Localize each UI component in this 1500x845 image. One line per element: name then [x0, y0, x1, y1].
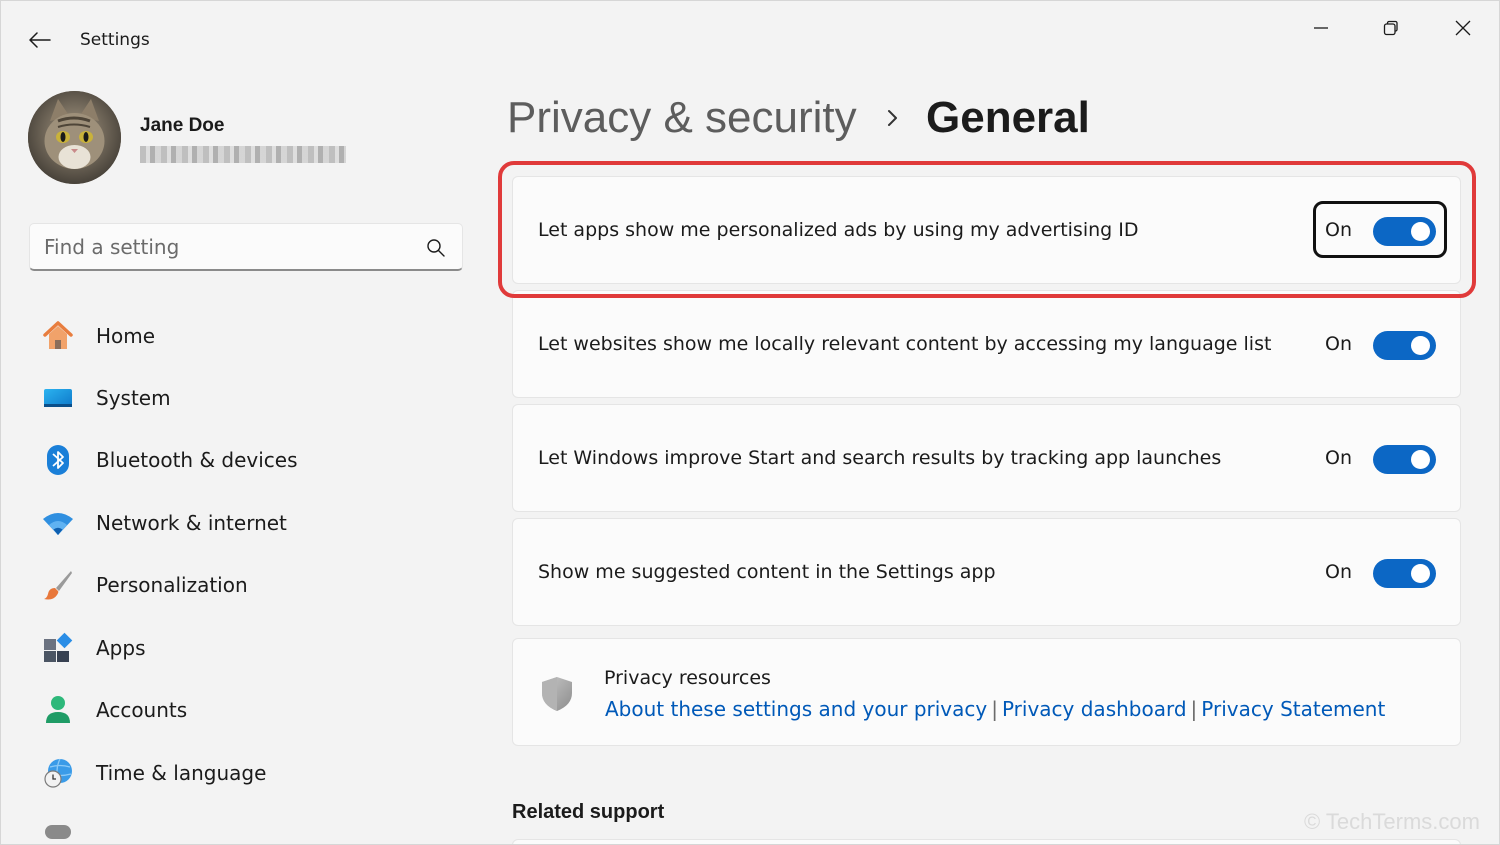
privacy-dashboard-link[interactable]: Privacy dashboard [1002, 697, 1187, 721]
apps-icon [41, 631, 75, 665]
toggle-knob [1411, 564, 1430, 583]
sidebar-item-bluetooth[interactable]: Bluetooth & devices [29, 433, 469, 487]
toggle-knob [1411, 336, 1430, 355]
setting-card-advertising-id: Let apps show me personalized ads by usi… [512, 176, 1461, 284]
suggested-content-toggle[interactable] [1373, 559, 1436, 588]
setting-label: Show me suggested content in the Setting… [538, 561, 996, 583]
minimize-button[interactable] [1298, 11, 1344, 45]
link-separator: | [991, 697, 998, 721]
advertising-id-toggle[interactable] [1373, 217, 1436, 246]
watermark: © TechTerms.com [1304, 809, 1480, 834]
page-title: General [926, 93, 1090, 142]
sidebar-item-apps[interactable]: Apps [29, 621, 469, 675]
minimize-icon [1314, 27, 1328, 29]
sidebar-item-label: Accounts [96, 698, 188, 722]
privacy-statement-link[interactable]: Privacy Statement [1201, 697, 1385, 721]
related-support-card[interactable] [512, 839, 1461, 844]
setting-label: Let websites show me locally relevant co… [538, 333, 1272, 355]
restore-icon [1383, 20, 1398, 36]
sidebar-item-system[interactable]: System [29, 371, 469, 425]
app-title: Settings [80, 30, 150, 50]
sidebar-item-label: Home [96, 324, 156, 348]
sidebar-item-cutoff[interactable] [29, 809, 469, 839]
cat-photo-icon [28, 91, 121, 184]
sidebar-item-label: Time & language [96, 761, 267, 785]
related-support-heading: Related support [512, 801, 665, 823]
globe-clock-icon [41, 756, 75, 790]
toggle-state-label: On [1325, 219, 1352, 241]
sidebar-item-time-language[interactable]: Time & language [29, 746, 469, 800]
home-icon [41, 319, 75, 353]
sidebar-item-label: Bluetooth & devices [96, 448, 298, 472]
search-box[interactable] [29, 223, 463, 271]
app-launch-tracking-toggle[interactable] [1373, 445, 1436, 474]
privacy-resources-title: Privacy resources [604, 667, 771, 689]
sidebar-item-accounts[interactable]: Accounts [29, 683, 469, 737]
search-icon[interactable] [425, 237, 447, 259]
restore-button[interactable] [1368, 11, 1414, 45]
shield-icon [542, 677, 572, 711]
sidebar-item-home[interactable]: Home [29, 309, 469, 363]
setting-card-suggested-content: Show me suggested content in the Setting… [512, 518, 1461, 626]
toggle-knob [1411, 450, 1430, 469]
language-list-toggle[interactable] [1373, 331, 1436, 360]
setting-label: Let Windows improve Start and search res… [538, 447, 1222, 469]
link-separator: | [1190, 697, 1198, 721]
toggle-state-label: On [1325, 447, 1352, 469]
wifi-icon [41, 506, 75, 540]
user-email-redacted [140, 146, 346, 163]
sidebar-item-label: Network & internet [96, 511, 287, 535]
privacy-resources-links: About these settings and your privacy | Pr… [605, 697, 1385, 721]
toggle-knob [1411, 222, 1430, 241]
back-button[interactable] [23, 25, 57, 55]
brush-icon [41, 568, 75, 602]
accounts-icon [41, 693, 75, 727]
about-settings-privacy-link[interactable]: About these settings and your privacy [605, 697, 987, 721]
sidebar-item-label: Personalization [96, 573, 248, 597]
bluetooth-icon [41, 443, 75, 477]
avatar[interactable] [28, 91, 121, 184]
privacy-resources-card: Privacy resources About these settings a… [512, 638, 1461, 746]
system-icon [41, 381, 75, 415]
gaming-icon [41, 819, 75, 839]
sidebar-item-network[interactable]: Network & internet [29, 496, 469, 550]
user-name: Jane Doe [140, 115, 225, 136]
sidebar-item-label: Apps [96, 636, 146, 660]
arrow-left-icon [29, 32, 51, 48]
sidebar-item-label: System [96, 386, 171, 410]
setting-card-app-launches: Let Windows improve Start and search res… [512, 404, 1461, 512]
setting-card-language-list: Let websites show me locally relevant co… [512, 290, 1461, 398]
toggle-state-label: On [1325, 561, 1352, 583]
settings-window: Settings Jane Doe Find a setting Home Sy… [0, 0, 1500, 845]
close-icon [1455, 20, 1471, 36]
setting-label: Let apps show me personalized ads by usi… [538, 219, 1139, 241]
toggle-state-label: On [1325, 333, 1352, 355]
breadcrumb-parent[interactable]: Privacy & security [507, 93, 857, 143]
chevron-right-icon [888, 110, 897, 126]
close-button[interactable] [1440, 11, 1486, 45]
sidebar-item-personalization[interactable]: Personalization [29, 558, 469, 612]
search-input[interactable] [44, 234, 404, 260]
